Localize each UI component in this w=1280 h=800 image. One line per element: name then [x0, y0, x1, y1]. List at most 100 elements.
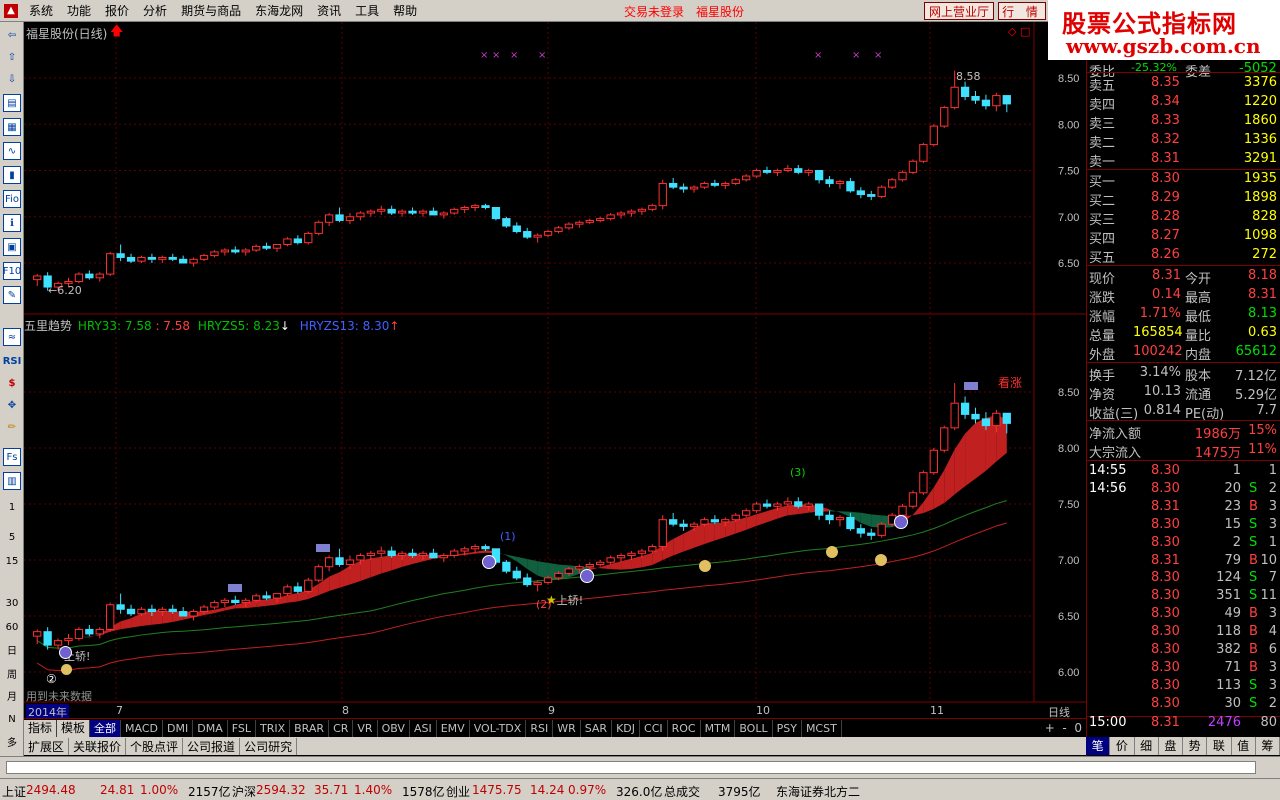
tab-psy[interactable]: PSY — [773, 719, 802, 737]
tab-vr[interactable]: VR — [353, 719, 378, 737]
period-week[interactable]: 周 — [3, 664, 21, 682]
chart-svg[interactable]: × × × × × × × 8.50 8.00 7.50 7.00 6.50 8.50 8.00 7.50… — [24, 22, 1086, 718]
main-candle-body — [585, 219, 594, 223]
tab-trix[interactable]: TRIX — [256, 719, 291, 737]
down-arrow-icon[interactable]: ⇩ — [3, 70, 21, 88]
indicator-candle-body — [512, 570, 521, 579]
notes-icon[interactable]: ✎ — [3, 286, 21, 304]
tab-fsl[interactable]: FSL — [228, 719, 256, 737]
left-toolbar: ⇦ ⇧ ⇩ ▤ ▦ ∿ ▮ Fio ℹ ▣ F10 ✎ ≈ RSI $ ✥ ✏ … — [0, 22, 24, 756]
tab-extension[interactable]: 扩展区 — [24, 737, 70, 755]
period-month[interactable]: 月 — [3, 686, 21, 704]
period-30min[interactable]: 30 — [3, 594, 21, 612]
tab-company-news[interactable]: 公司报道 — [183, 737, 241, 755]
menu-analysis[interactable]: 分析 — [136, 2, 174, 19]
fs-icon[interactable]: Fs — [3, 448, 21, 466]
period-multi[interactable]: 多 — [3, 732, 21, 750]
period-1min[interactable]: 1 — [3, 498, 21, 516]
sh-index-label[interactable]: 上证 — [2, 783, 26, 800]
info-icon[interactable]: ℹ — [3, 214, 21, 232]
move-icon[interactable]: ✥ — [3, 396, 21, 414]
period-60min[interactable]: 60 — [3, 618, 21, 636]
tab-obv[interactable]: OBV — [378, 719, 410, 737]
tab-price[interactable]: 价 — [1110, 737, 1135, 755]
main-candle-body — [324, 214, 334, 223]
zoom-controls[interactable]: + - 0 — [1045, 721, 1086, 735]
tab-link[interactable]: 联 — [1207, 737, 1232, 755]
tab-detail[interactable]: 细 — [1135, 737, 1159, 755]
candle-chart-icon[interactable]: ▮ — [3, 166, 21, 184]
tab-book[interactable]: 盘 — [1159, 737, 1183, 755]
tab-asi[interactable]: ASI — [410, 719, 437, 737]
tab-stock-comment[interactable]: 个股点评 — [126, 737, 184, 755]
tab-indicator[interactable]: 指标 — [24, 719, 58, 737]
tab-company-research[interactable]: 公司研究 — [240, 737, 298, 755]
hs-index-label[interactable]: 沪深 — [232, 783, 256, 800]
menu-news[interactable]: 资讯 — [310, 2, 348, 19]
online-hall-button[interactable]: 网上营业厅 — [924, 2, 994, 20]
ribbon-segment — [954, 433, 966, 495]
tab-cci[interactable]: CCI — [640, 719, 668, 737]
layout-icon[interactable]: ▥ — [3, 472, 21, 490]
menu-system[interactable]: 系统 — [22, 2, 60, 19]
f10-icon[interactable]: F10 — [3, 262, 21, 280]
tab-mcst[interactable]: MCST — [802, 719, 842, 737]
app-logo[interactable]: ▲ — [0, 0, 22, 22]
menu-donghai[interactable]: 东海龙网 — [248, 2, 310, 19]
tab-cr[interactable]: CR — [329, 719, 354, 737]
stat-row: 外盘 100242 内盘 65612 — [1089, 344, 1277, 363]
diamond-icon[interactable]: ◇ □ — [1008, 25, 1030, 38]
menu-function[interactable]: 功能 — [60, 2, 98, 19]
menu-quote[interactable]: 报价 — [98, 2, 136, 19]
tab-dmi[interactable]: DMI — [163, 719, 194, 737]
tab-dma[interactable]: DMA — [193, 719, 228, 737]
tab-roc[interactable]: ROC — [668, 719, 701, 737]
menu-help[interactable]: 帮助 — [386, 2, 424, 19]
tab-kdj[interactable]: KDJ — [612, 719, 641, 737]
up-arrow-icon[interactable]: ⇧ — [3, 48, 21, 66]
tab-sar[interactable]: SAR — [581, 719, 613, 737]
dollar-icon[interactable]: $ — [3, 374, 21, 392]
period-5min[interactable]: 5 — [3, 528, 21, 546]
ticker-scrollbar[interactable] — [6, 761, 1256, 774]
period-15min[interactable]: 15 — [3, 552, 21, 570]
tab-value[interactable]: 值 — [1232, 737, 1256, 755]
period-n[interactable]: N — [3, 710, 21, 728]
chart-area[interactable]: × × × × × × × 8.50 8.00 7.50 7.00 6.50 8.50 8.00 7.50… — [24, 22, 1086, 720]
tab-macd[interactable]: MACD — [121, 719, 164, 737]
tab-emv[interactable]: EMV — [437, 719, 470, 737]
indicator-candle-body — [960, 402, 970, 415]
tab-trend[interactable]: 势 — [1183, 737, 1208, 755]
indicator-candle-body — [335, 557, 344, 565]
tab-boll[interactable]: BOLL — [735, 719, 773, 737]
quote-button[interactable]: 行 情 — [998, 2, 1046, 20]
tab-tick[interactable]: 笔 — [1086, 737, 1111, 755]
period-day[interactable]: 日 — [3, 640, 21, 658]
pencil-icon[interactable]: ✏ — [3, 418, 21, 436]
server-name[interactable]: 东海证券北方二 — [776, 783, 860, 800]
table-icon[interactable]: ▦ — [3, 118, 21, 136]
back-arrow-icon[interactable]: ⇦ — [3, 26, 21, 44]
ribbon-segment — [756, 511, 767, 526]
calendar-icon[interactable]: ▣ — [3, 238, 21, 256]
f10-fio-icon[interactable]: Fio — [3, 190, 21, 208]
tab-rsi[interactable]: RSI — [526, 719, 554, 737]
tab-mtm[interactable]: MTM — [701, 719, 736, 737]
tab-brar[interactable]: BRAR — [290, 719, 330, 737]
indicator-candle-body — [252, 595, 261, 601]
rsi-icon[interactable]: RSI — [3, 352, 22, 370]
line-chart-icon[interactable]: ∿ — [3, 142, 21, 160]
tab-all[interactable]: 全部 — [90, 719, 122, 737]
tab-vol-tdx[interactable]: VOL-TDX — [470, 719, 527, 737]
tab-wr[interactable]: WR — [553, 719, 581, 737]
axis-tick-label: 7.50 — [1058, 499, 1079, 511]
menu-tools[interactable]: 工具 — [348, 2, 386, 19]
tab-related-quote[interactable]: 关联报价 — [69, 737, 127, 755]
trade-login-status[interactable]: 交易未登录 — [624, 3, 684, 20]
cy-index-label[interactable]: 创业 — [446, 783, 470, 800]
wave-icon[interactable]: ≈ — [3, 328, 21, 346]
tab-template[interactable]: 模板 — [57, 719, 91, 737]
menu-futures[interactable]: 期货与商品 — [174, 2, 248, 19]
tab-chips[interactable]: 筹 — [1256, 737, 1280, 755]
report-icon[interactable]: ▤ — [3, 94, 21, 112]
